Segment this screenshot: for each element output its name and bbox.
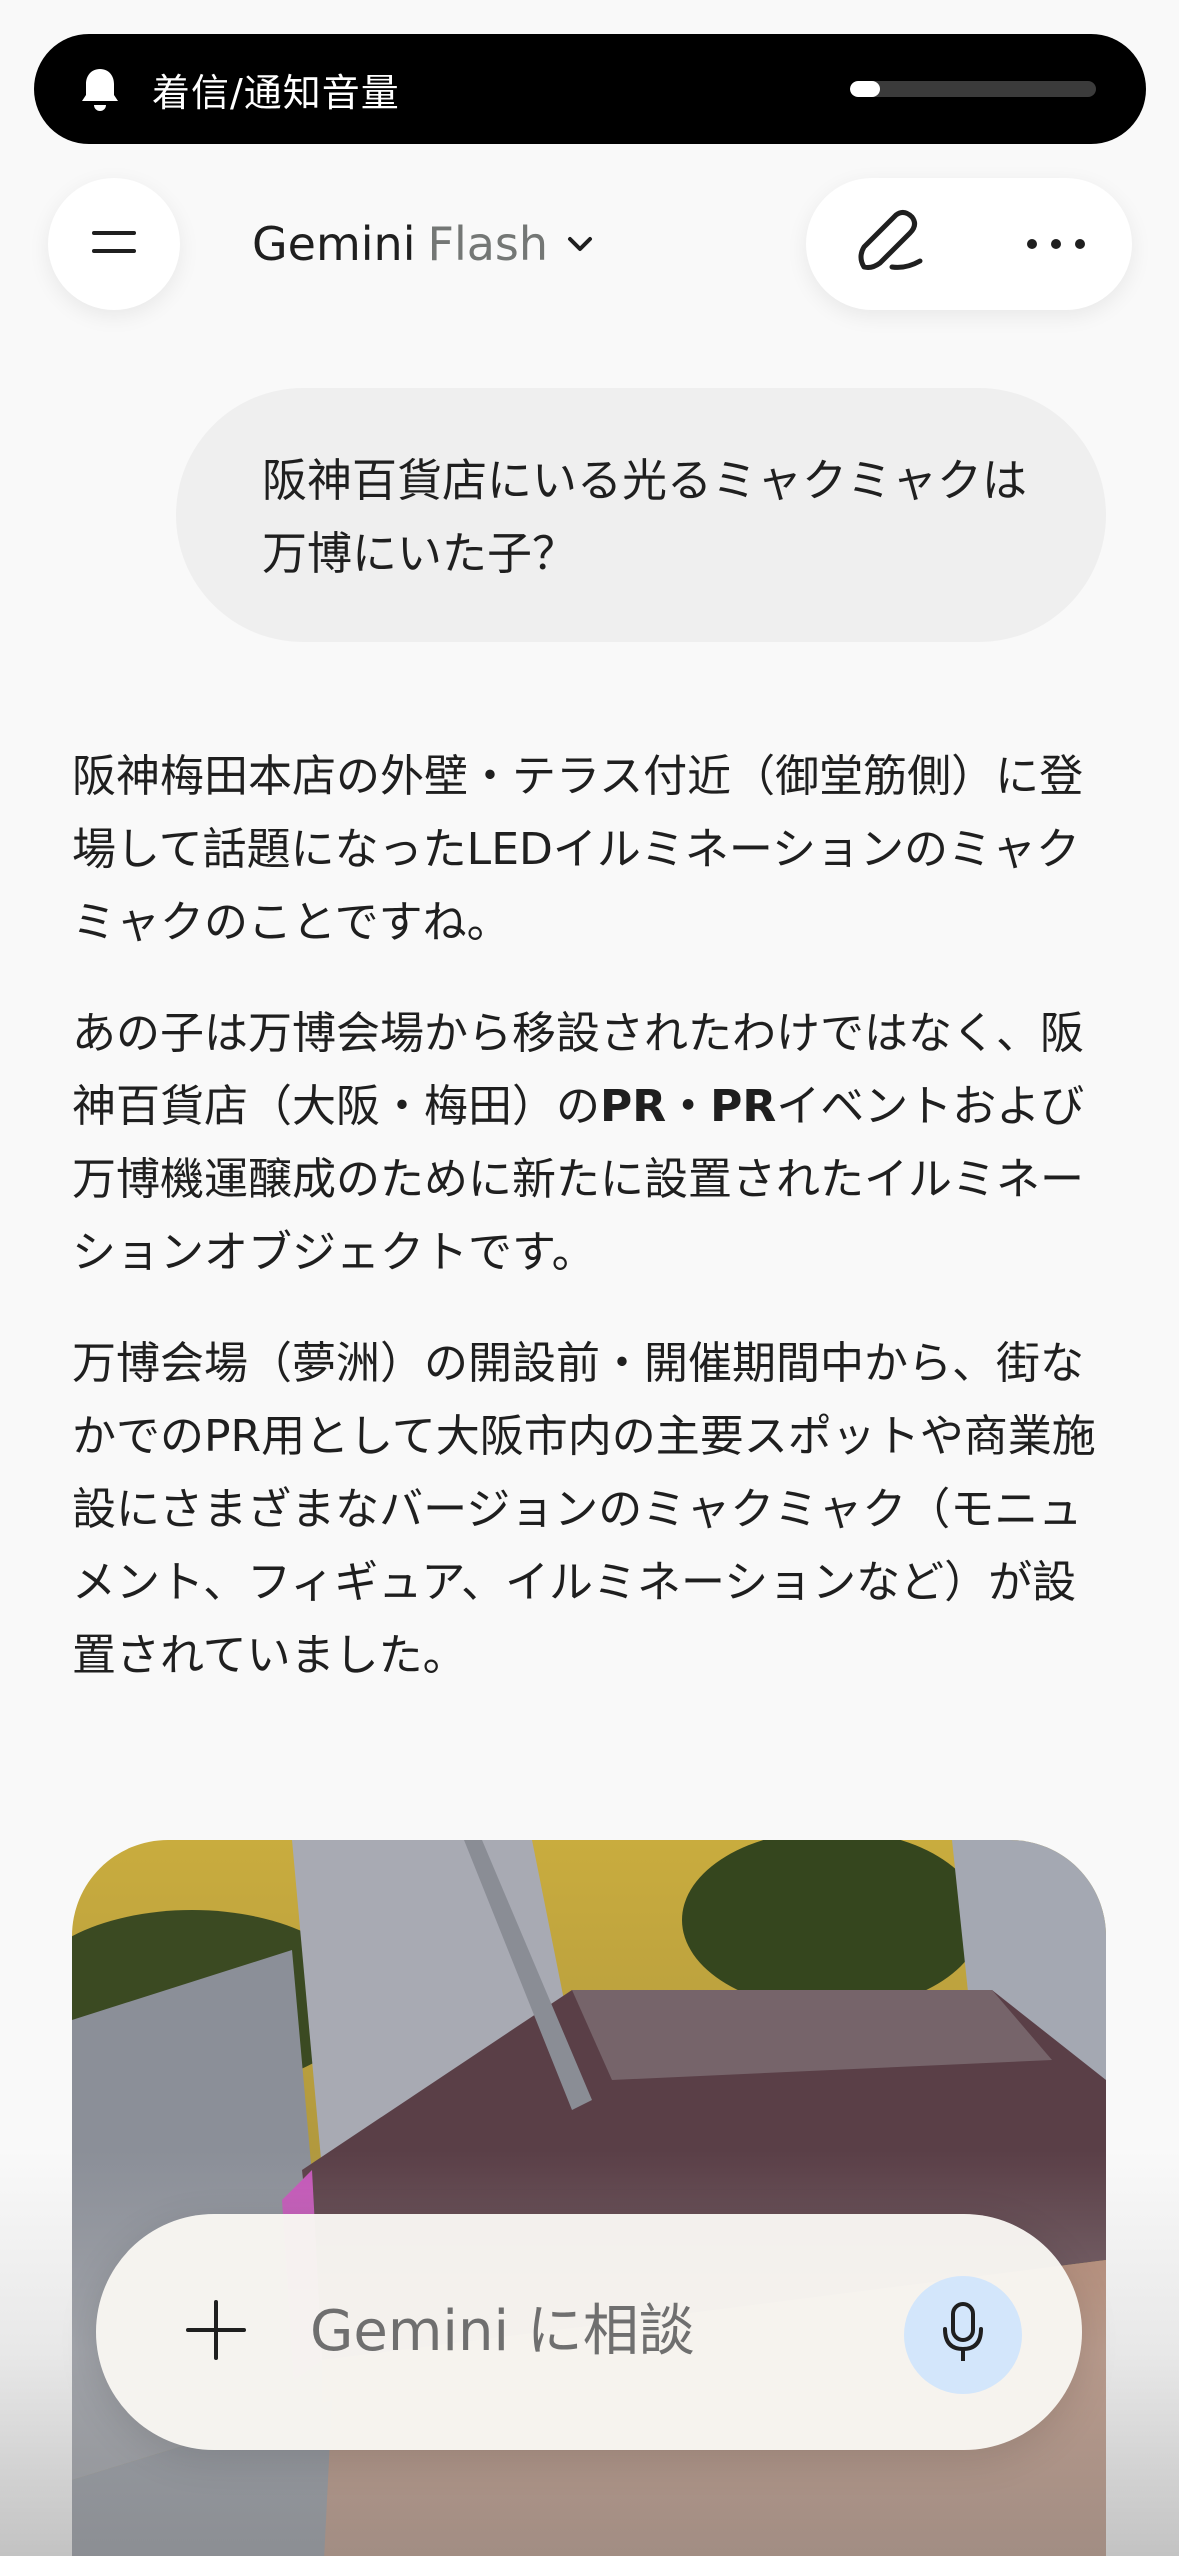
response-paragraph: あの子は万博会場から移設されたわけではなく、阪神百貨店（大阪・梅田）のPR・PR… [72,1008,1085,1278]
user-message-bubble[interactable]: 阪神百貨店にいる光るミャクミャクは万博にいた子？ [176,388,1106,642]
model-variant: Flash [427,217,549,271]
chevron-down-icon [566,234,594,254]
model-picker[interactable]: Gemini Flash [252,205,594,283]
response-paragraph: 阪神梅田本店の外壁・テラス付近（御堂筋側）に登場して話題になったLEDイルミネー… [72,751,1084,948]
model-name: Gemini [252,217,416,271]
model-response: 阪神梅田本店の外壁・テラス付近（御堂筋側）に登場して話題になったLEDイルミネー… [72,740,1112,1730]
header-actions [806,178,1132,310]
volume-toast-label: 着信/通知音量 [152,70,400,115]
volume-toast: 着信/通知音量 [34,34,1146,144]
gemini-chat-screen: 着信/通知音量 Gemini Flash 阪神百貨店にいる光るミャクミャクは万博… [0,0,1179,2556]
menu-icon [90,228,138,260]
more-options-button[interactable] [1006,200,1106,288]
microphone-icon [940,2301,986,2369]
more-horizontal-icon [1026,235,1086,254]
response-paragraph: 万博会場（夢洲）の開設前・開催期間中から、街なかでのPR用として大阪市内の主要ス… [72,1338,1096,1681]
prompt-input[interactable]: Gemini に相談 [310,2292,870,2372]
volume-slider-fill [850,81,880,97]
new-chat-pen-icon [854,207,930,281]
bell-icon [74,63,126,115]
volume-slider[interactable] [850,81,1096,97]
add-attachment-button[interactable] [168,2284,264,2380]
new-chat-button[interactable] [842,200,942,288]
plus-icon [184,2298,248,2366]
menu-button[interactable] [48,178,180,310]
microphone-button[interactable] [904,2276,1022,2394]
user-message-text: 阪神百貨店にいる光るミャクミャクは万博にいた子？ [262,454,1028,580]
prompt-composer: Gemini に相談 [96,2214,1082,2450]
